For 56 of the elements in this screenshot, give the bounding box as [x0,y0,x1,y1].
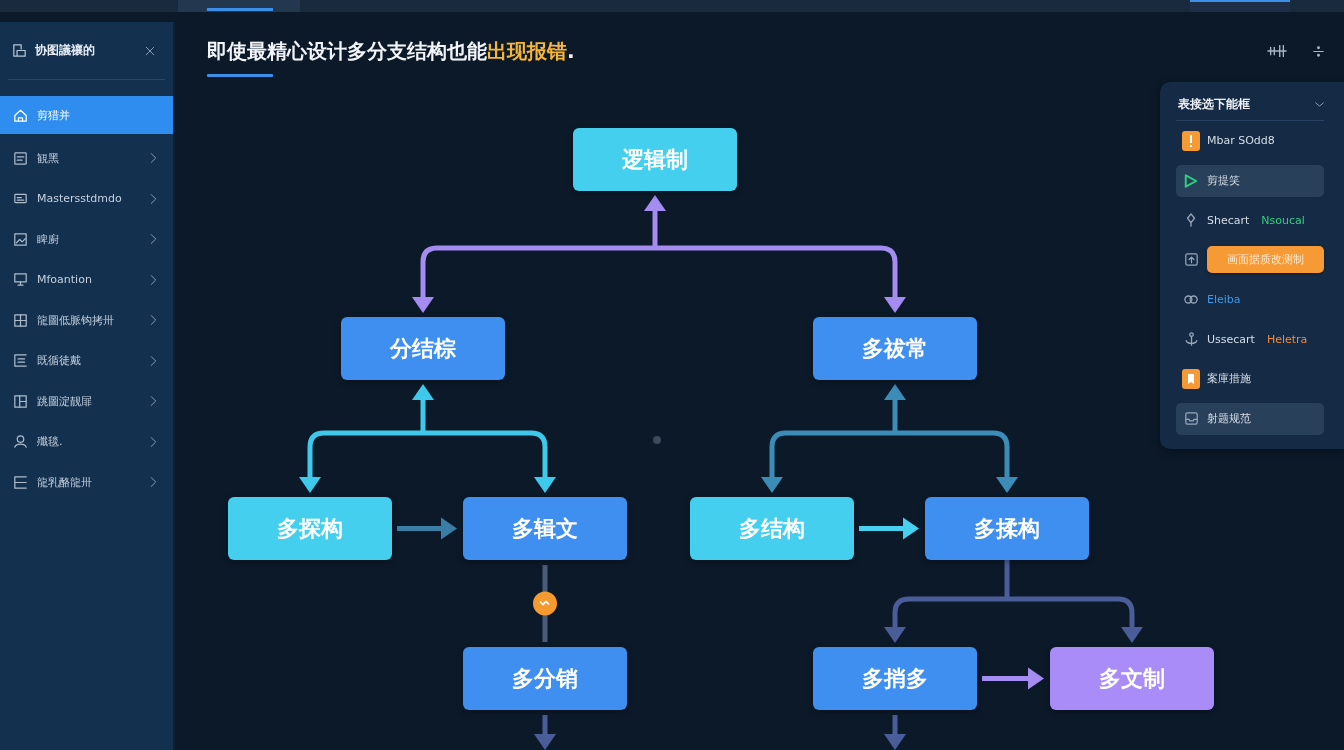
flow-node: 多结构 [690,497,854,560]
sidebar-item[interactable]: Mastersstdmdo [0,178,173,219]
divide-icon[interactable] [1313,44,1324,58]
flow-node: 多辑文 [463,497,627,560]
sidebar-item[interactable]: 既循徒戴 [0,340,173,381]
upload-icon [1184,253,1198,267]
sidebar-item[interactable]: 龍乳酪龍卅 [0,462,173,503]
grid-icon [14,313,27,327]
flow-node: 多祓常 [813,317,977,380]
anchor-icon [1184,332,1198,347]
card-icon [14,192,27,206]
flow-node: 多捎多 [813,647,977,710]
sidebar-title: 协图議禳的 [35,42,96,59]
tab[interactable] [178,0,300,12]
bookmark-tile-icon [1182,368,1200,389]
panel-title: 表接选下能框 [1178,95,1250,113]
sidebar-item[interactable]: 龍圖低脈钩拷卅 [0,300,173,341]
sidebar-item[interactable]: Mfoantion [0,259,173,300]
layout-icon [14,394,27,408]
panel-item[interactable]: 案庫措施 [1180,368,1251,389]
user-icon [14,435,27,449]
warning-tile-icon [1182,130,1200,151]
sidebar-item[interactable]: 跳圖淀靓屝 [0,381,173,422]
play-icon [1184,173,1198,188]
flow-node: 逻辑制 [573,128,737,191]
panel-item[interactable]: Ussecart Heletra [1180,332,1308,347]
document-icon [13,44,26,57]
panel-item[interactable]: Mbar SOdd8 [1180,130,1275,151]
sidebar-item[interactable]: 観黑 [0,138,173,179]
panel-item[interactable]: 射题规范 [1176,402,1324,435]
sidebar-item[interactable]: 睥廚 [0,219,173,260]
marker-icon [533,591,557,616]
close-icon[interactable] [145,45,155,56]
flow-node: 多揉构 [925,497,1089,560]
flow-node: 分结棕 [341,317,505,380]
flow-node: 多文制 [1050,647,1214,710]
monitor-icon [14,273,27,287]
flow-node: 多分销 [463,647,627,710]
panel-item[interactable]: Shecart Nsoucal [1180,213,1305,228]
sidebar-item[interactable]: 殲毯. [0,421,173,462]
panel-item[interactable]: 剪提笑 [1176,164,1324,197]
diamond-icon [1185,213,1197,228]
list-icon [14,475,27,489]
home-icon [14,108,27,122]
inbox-icon [1184,412,1198,426]
image-icon [14,232,27,246]
tab[interactable] [1190,0,1290,12]
panel-item[interactable]: Eleiba [1180,293,1241,307]
distribute-icon[interactable] [1267,45,1287,57]
document-icon [14,151,27,165]
text-icon [14,354,27,368]
link-icon [1184,295,1198,305]
page-title: 即使最精心设计多分支结构也能出现报错. [207,38,575,64]
chevron-down-icon[interactable] [1315,101,1324,107]
dot-icon [653,436,661,444]
flow-node: 多探构 [228,497,392,560]
